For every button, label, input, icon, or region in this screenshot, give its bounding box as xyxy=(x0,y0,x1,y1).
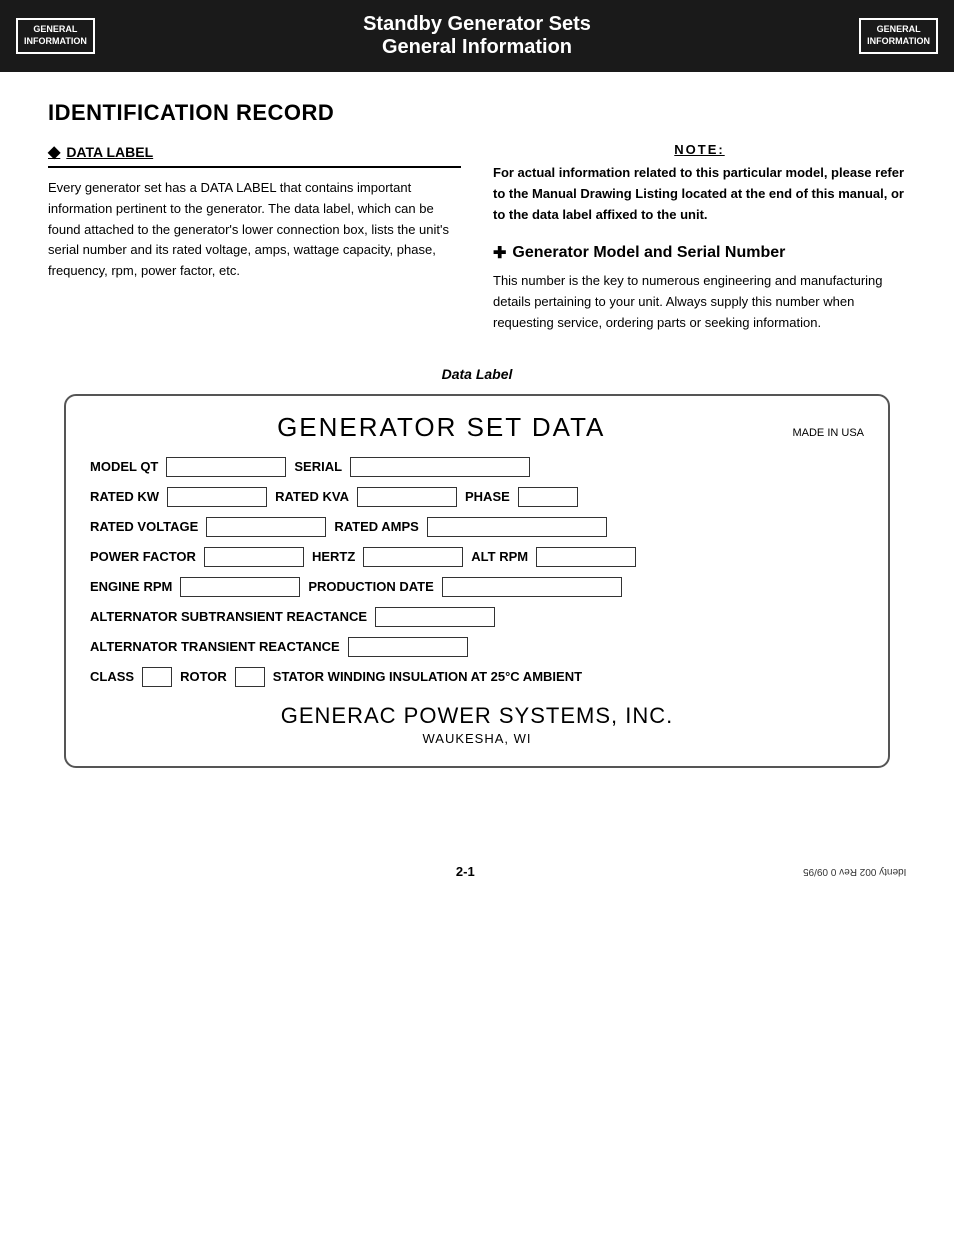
card-row-subtransient: ALTERNATOR SUBTRANSIENT REACTANCE xyxy=(90,607,864,627)
cross-icon: ✚ xyxy=(493,243,506,263)
page-number: 2-1 xyxy=(456,864,475,879)
card-row-enginerpm-proddate: ENGINE RPM PRODUCTION DATE xyxy=(90,577,864,597)
model-field xyxy=(166,457,286,477)
class-field xyxy=(142,667,172,687)
alt-rpm-field xyxy=(536,547,636,567)
engine-rpm-field xyxy=(180,577,300,597)
page-footer: 2-1 Identy 002 Rev 0 09/95 xyxy=(0,852,954,887)
alt-subtransient-field xyxy=(375,607,495,627)
diamond-icon: ◆ xyxy=(48,142,60,162)
col-right: NOTE: For actual information related to … xyxy=(493,142,906,334)
card-footer: GENERAC POWER SYSTEMS, INC. WAUKESHA, WI xyxy=(90,703,864,746)
gen-model-text: This number is the key to numerous engin… xyxy=(493,271,906,333)
serial-field xyxy=(350,457,530,477)
header-logo-right: GENERAL INFORMATION xyxy=(859,18,938,53)
card-footer-name: GENERAC POWER SYSTEMS, INC. xyxy=(90,703,864,729)
generator-card: GENERATOR SET DATA MADE IN USA MODEL QT … xyxy=(64,394,890,768)
hertz-field xyxy=(363,547,463,567)
section-title: IDENTIFICATION RECORD xyxy=(48,100,906,126)
phase-field xyxy=(518,487,578,507)
card-row-transient: ALTERNATOR TRANSIENT REACTANCE xyxy=(90,637,864,657)
rated-amps-field xyxy=(427,517,607,537)
note-text: For actual information related to this p… xyxy=(493,163,906,225)
rotor-field xyxy=(235,667,265,687)
header-logo-left: GENERAL INFORMATION xyxy=(16,18,95,53)
data-label-caption: Data Label xyxy=(48,366,906,382)
card-made-in: MADE IN USA xyxy=(792,427,864,439)
col-left: ◆ DATA LABEL Every generator set has a D… xyxy=(48,142,461,334)
card-main-title: GENERATOR SET DATA xyxy=(90,412,792,443)
card-row-voltage-amps: RATED VOLTAGE RATED AMPS xyxy=(90,517,864,537)
footer-right: Identy 002 Rev 0 09/95 xyxy=(803,866,906,877)
production-date-field xyxy=(442,577,622,597)
card-row-pf-hertz-altrpm: POWER FACTOR HERTZ ALT RPM xyxy=(90,547,864,567)
rated-kw-field xyxy=(167,487,267,507)
power-factor-field xyxy=(204,547,304,567)
data-label-heading: ◆ DATA LABEL xyxy=(48,142,461,168)
rated-voltage-field xyxy=(206,517,326,537)
page-header: GENERAL INFORMATION Standby Generator Se… xyxy=(0,0,954,72)
header-title: Standby Generator Sets General Informati… xyxy=(95,13,859,59)
card-row-class-rotor-stator: CLASS ROTOR STATOR WINDING INSULATION AT… xyxy=(90,667,864,687)
rated-kva-field xyxy=(357,487,457,507)
card-footer-city: WAUKESHA, WI xyxy=(90,731,864,746)
card-row-model-serial: MODEL QT SERIAL xyxy=(90,457,864,477)
note-heading: NOTE: xyxy=(493,142,906,157)
page-content: IDENTIFICATION RECORD ◆ DATA LABEL Every… xyxy=(0,72,954,792)
gen-model-heading: ✚ Generator Model and Serial Number xyxy=(493,243,906,263)
card-header-row: GENERATOR SET DATA MADE IN USA xyxy=(90,412,864,443)
card-row-kw-kva-phase: RATED KW RATED KVA PHASE xyxy=(90,487,864,507)
two-col-layout: ◆ DATA LABEL Every generator set has a D… xyxy=(48,142,906,334)
alt-transient-field xyxy=(348,637,468,657)
